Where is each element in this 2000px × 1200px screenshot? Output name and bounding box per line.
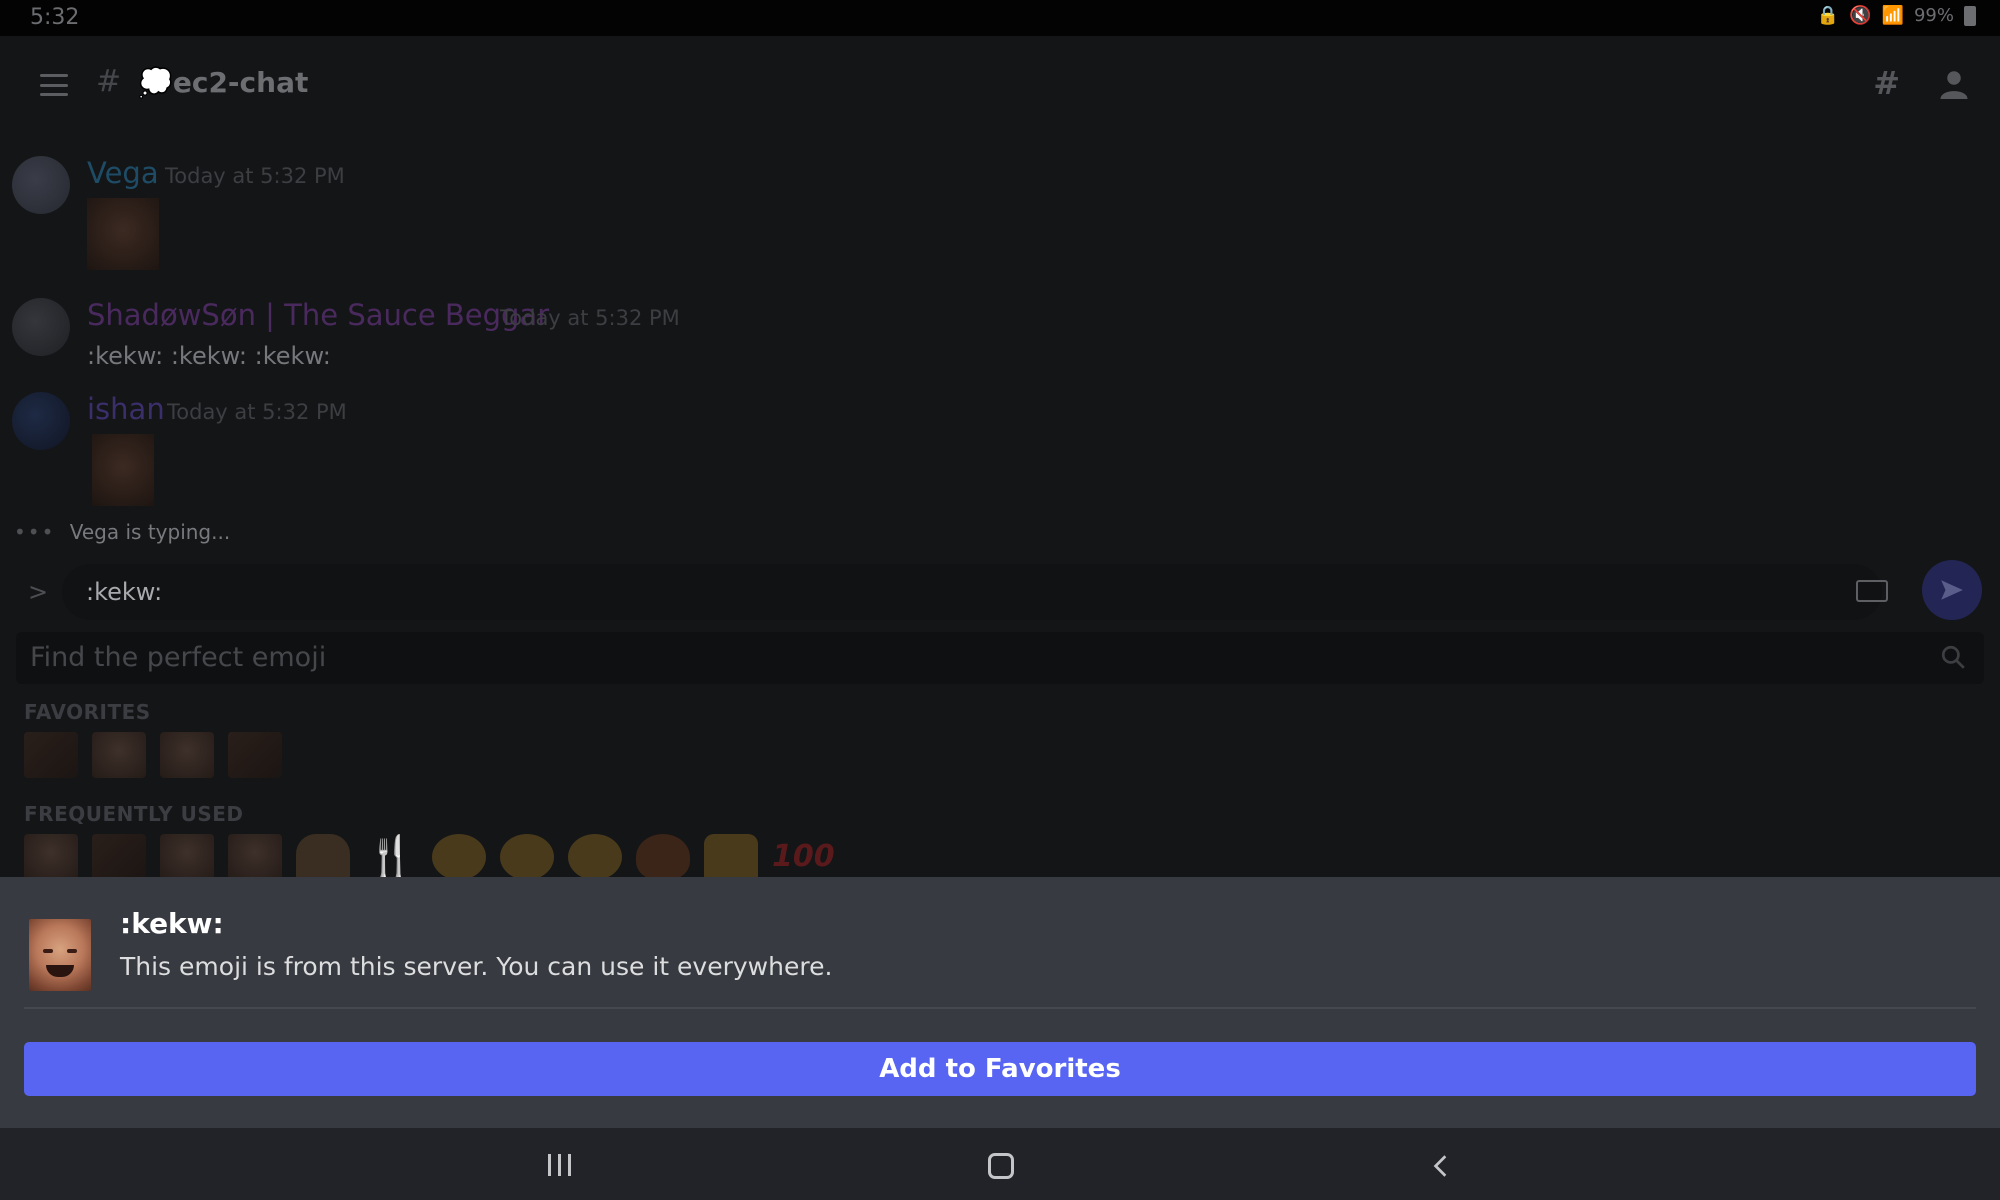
timestamp: Today at 5:32 PM	[167, 400, 347, 424]
sheet-emoji-name: :kekw:	[120, 907, 224, 940]
username[interactable]: Vega	[87, 156, 159, 190]
poop-emoji[interactable]	[636, 834, 690, 880]
hundred-emoji[interactable]: 100	[772, 834, 835, 880]
add-to-favorites-button[interactable]: Add to Favorites	[24, 1042, 1976, 1096]
back-icon[interactable]	[1428, 1152, 1454, 1180]
fork-knife-emoji[interactable]: 🍴	[364, 834, 418, 880]
favorite-emoji[interactable]	[228, 732, 282, 778]
message-emoji[interactable]	[87, 198, 159, 270]
chat-app: # 💭ec2-chat # Vega Today at 5:32 PM Shad…	[0, 36, 2000, 880]
wifi-icon: 📶	[1881, 5, 1904, 26]
emoji-search-input[interactable]: Find the perfect emoji	[16, 632, 1984, 684]
screen: 5:32 🔒 🔇 📶 99% # 💭ec2-chat # Vega Today …	[0, 0, 2000, 1200]
menu-icon[interactable]	[40, 74, 68, 96]
username[interactable]: ishan	[87, 392, 165, 426]
favorite-emoji[interactable]	[24, 732, 78, 778]
battery-level: 99%	[1913, 5, 1954, 26]
avatar[interactable]	[12, 392, 70, 450]
tired-emoji[interactable]	[568, 834, 622, 880]
battery-icon	[1964, 5, 1976, 26]
username[interactable]: ShadøwSøn | The Sauce Beggar	[87, 298, 549, 332]
sheet-emoji-image	[29, 919, 91, 991]
emoji-info-sheet: :kekw: This emoji is from this server. Y…	[0, 877, 2000, 1128]
frequently-used-title: FREQUENTLY USED	[24, 802, 244, 826]
status-icons: 🔒 🔇 📶 99%	[1817, 5, 1976, 26]
weary-emoji[interactable]	[500, 834, 554, 880]
timestamp: Today at 5:32 PM	[165, 164, 345, 188]
sheet-description: This emoji is from this server. You can …	[120, 952, 833, 981]
message-input[interactable]	[62, 564, 1882, 620]
timestamp: Today at 5:32 PM	[500, 306, 680, 330]
navigation-bar	[0, 1128, 2000, 1200]
lock-icon: 🔒	[1816, 5, 1840, 26]
divider	[24, 1007, 1976, 1009]
frequent-emoji[interactable]	[92, 834, 146, 880]
favorite-emoji[interactable]	[160, 732, 214, 778]
threads-icon[interactable]: #	[1873, 64, 1900, 102]
frequent-emoji[interactable]	[228, 834, 282, 880]
bread-emoji[interactable]	[296, 834, 350, 880]
typing-text: Vega is typing...	[69, 520, 231, 544]
status-bar: 5:32 🔒 🔇 📶 99%	[0, 0, 2000, 36]
message-input-value[interactable]: :kekw:	[86, 578, 162, 606]
message-text: :kekw: :kekw: :kekw:	[87, 342, 331, 370]
search-icon	[1941, 645, 1965, 669]
frequent-emoji[interactable]	[160, 834, 214, 880]
favorites-title: FAVORITES	[24, 700, 151, 724]
hash-icon: #	[96, 64, 122, 99]
mute-icon: 🔇	[1849, 5, 1872, 26]
thumbs-up-emoji[interactable]	[704, 834, 758, 880]
send-button[interactable]	[1922, 560, 1982, 620]
message-emoji[interactable]	[92, 434, 154, 506]
favorites-row	[24, 732, 282, 778]
avatar[interactable]	[12, 298, 70, 356]
message-input-bar: > :kekw:	[0, 558, 2000, 626]
frequent-emoji[interactable]	[24, 834, 78, 880]
send-icon	[1941, 580, 1963, 600]
channel-header: # 💭ec2-chat #	[0, 36, 2000, 136]
typing-indicator: ••• Vega is typing...	[14, 520, 230, 544]
status-time: 5:32	[30, 5, 80, 30]
members-icon[interactable]	[1936, 66, 1972, 102]
chevron-right-icon[interactable]: >	[28, 578, 48, 606]
keyboard-icon[interactable]	[1856, 580, 1888, 602]
typing-dots-icon: •••	[14, 520, 56, 544]
channel-name: 💭ec2-chat	[138, 66, 309, 99]
grin-emoji[interactable]	[432, 834, 486, 880]
favorite-emoji[interactable]	[92, 732, 146, 778]
home-icon[interactable]	[988, 1153, 1014, 1179]
frequently-used-row: 🍴 100	[24, 834, 835, 880]
emoji-search-placeholder: Find the perfect emoji	[30, 642, 327, 673]
avatar[interactable]	[12, 156, 70, 214]
recents-icon[interactable]	[548, 1154, 571, 1176]
